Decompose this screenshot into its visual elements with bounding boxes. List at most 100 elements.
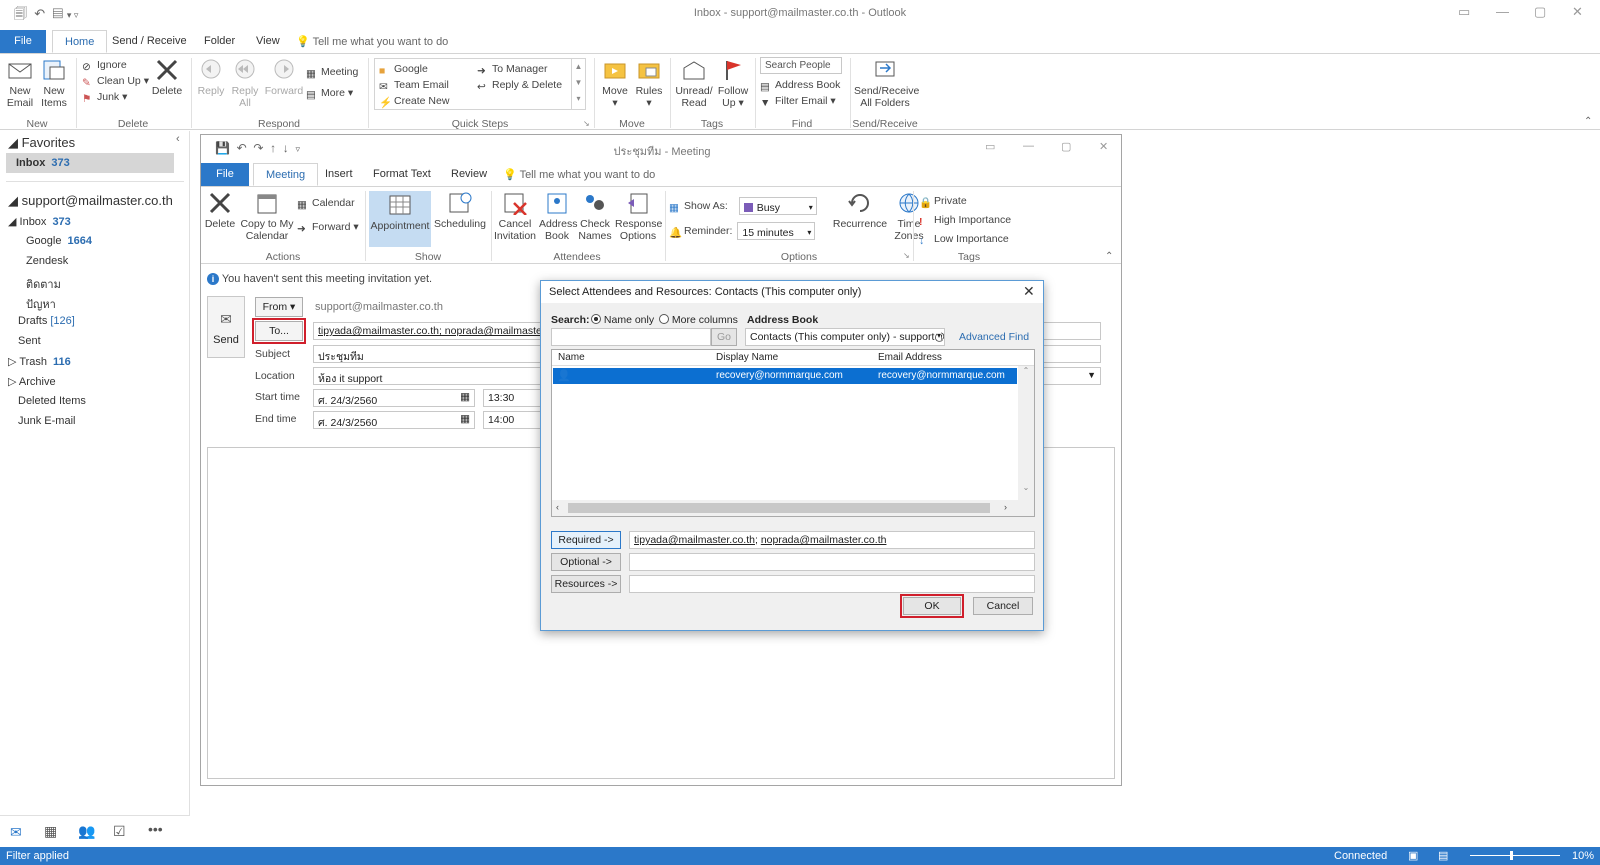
to-button[interactable]: To... xyxy=(252,318,306,344)
quick-step-reply-delete[interactable]: ↩ Reply & Delete xyxy=(477,77,562,93)
send-button[interactable]: ✉ Send xyxy=(207,296,245,358)
search-people-input[interactable]: Search People xyxy=(760,57,842,74)
cancel-button[interactable]: Cancel xyxy=(973,597,1033,615)
quick-step-google[interactable]: ■ Google xyxy=(379,61,428,77)
dialog-search-input[interactable] xyxy=(551,328,711,346)
calendar-picker-icon[interactable]: ▦ xyxy=(460,413,470,425)
junk-button[interactable]: ⚑ Junk ▾ xyxy=(82,89,149,105)
quick-steps-scroll[interactable]: ▲ ▼ ▾ xyxy=(571,59,585,109)
calendar-icon[interactable]: ▦ xyxy=(44,823,57,840)
chevron-down-icon[interactable]: ▼ xyxy=(1087,370,1096,380)
meeting-tab-review[interactable]: Review xyxy=(439,163,499,186)
tab-send-receive[interactable]: Send / Receive xyxy=(100,30,199,53)
start-date-field[interactable]: ศ. 24/3/2560 ▦ xyxy=(313,389,475,407)
filter-email-button[interactable]: ▼ Filter Email ▾ xyxy=(760,93,842,109)
name-only-radio[interactable]: Name only xyxy=(591,314,654,326)
normal-view-icon[interactable]: ▣ xyxy=(1408,849,1418,862)
delete-button[interactable]: Delete xyxy=(150,58,184,97)
meeting-reply-button[interactable]: ▦ Meeting xyxy=(306,64,358,80)
favorite-inbox[interactable]: Inbox 373 xyxy=(6,153,174,173)
ignore-button[interactable]: ⊘ Ignore xyxy=(82,57,149,73)
advanced-find-link[interactable]: Advanced Find xyxy=(959,331,1029,343)
tab-view[interactable]: View xyxy=(244,30,292,53)
contact-row[interactable]: 👤 recovery@normmarque.com recovery@normm… xyxy=(553,368,1017,384)
meeting-tab-file[interactable]: File xyxy=(201,163,249,186)
column-email[interactable]: Email Address xyxy=(878,352,942,363)
vertical-scrollbar[interactable]: ⌃ ⌄ xyxy=(1018,366,1034,500)
folder-archive[interactable]: ▷ Archive xyxy=(8,375,56,388)
favorites-header[interactable]: ◢ Favorites xyxy=(8,135,75,151)
column-display-name[interactable]: Display Name xyxy=(716,352,778,363)
forward-button[interactable]: Forward xyxy=(264,58,304,97)
calendar-picker-icon[interactable]: ▦ xyxy=(460,391,470,403)
reading-view-icon[interactable]: ▤ xyxy=(1438,849,1448,862)
optional-button[interactable]: Optional -> xyxy=(551,553,621,571)
more-respond-button[interactable]: ▤ More ▾ xyxy=(306,85,358,101)
end-date-field[interactable]: ศ. 24/3/2560 ▦ xyxy=(313,411,475,429)
tell-me-box[interactable]: 💡 Tell me what you want to do xyxy=(296,35,448,48)
close-button[interactable]: ✕ xyxy=(1572,4,1583,20)
folder-google[interactable]: Google 1664 xyxy=(26,235,92,247)
scroll-left-icon[interactable]: ‹ xyxy=(556,502,559,512)
clean-up-button[interactable]: ✎ Clean Up ▾ xyxy=(82,73,149,89)
recurrence-button[interactable]: Recurrence xyxy=(831,191,889,230)
more-modules-icon[interactable]: ••• xyxy=(148,821,163,837)
ok-button[interactable]: OK xyxy=(900,594,964,618)
show-as-dropdown[interactable]: Busy ▾ xyxy=(738,197,817,215)
meeting-close-button[interactable]: ✕ xyxy=(1099,140,1108,153)
tab-folder[interactable]: Folder xyxy=(192,30,247,53)
required-button[interactable]: Required -> xyxy=(551,531,621,549)
minimize-button[interactable]: — xyxy=(1496,4,1509,19)
collapse-pane-icon[interactable]: ‹ xyxy=(176,133,180,145)
more-columns-radio[interactable]: More columns xyxy=(659,314,738,326)
rules-button[interactable]: Rules ▾ xyxy=(634,58,664,109)
column-name[interactable]: Name xyxy=(558,352,585,363)
scheduling-button[interactable]: Scheduling xyxy=(433,191,487,230)
send-receive-all-button[interactable]: Send/Receive All Folders xyxy=(854,58,919,109)
quick-step-to-manager[interactable]: ➜ To Manager xyxy=(477,61,547,77)
copy-to-calendar-button[interactable]: Copy to My Calendar xyxy=(239,191,295,242)
appointment-button[interactable]: Appointment xyxy=(369,191,431,247)
resources-button[interactable]: Resources -> xyxy=(551,575,621,593)
options-launcher[interactable]: ↘ xyxy=(903,251,910,260)
scroll-down-icon[interactable]: ⌄ xyxy=(1018,483,1034,492)
maximize-button[interactable]: ▢ xyxy=(1534,4,1546,20)
dialog-close-icon[interactable]: ✕ xyxy=(1023,283,1035,300)
folder-junk[interactable]: Junk E-mail xyxy=(18,415,75,427)
check-names-button[interactable]: Check Names xyxy=(577,191,613,242)
folder-sent[interactable]: Sent xyxy=(18,335,41,347)
meeting-tab-format-text[interactable]: Format Text xyxy=(361,163,443,186)
resources-field[interactable] xyxy=(629,575,1035,593)
account-header[interactable]: ◢ support@mailmaster.co.th xyxy=(8,193,173,209)
calendar-button[interactable]: ▦ Calendar xyxy=(297,195,359,211)
scroll-right-icon[interactable]: › xyxy=(1004,502,1007,512)
meeting-forward-button[interactable]: ➜ Forward ▾ xyxy=(297,219,359,235)
optional-field[interactable] xyxy=(629,553,1035,571)
meeting-minimize-button[interactable]: — xyxy=(1023,140,1034,152)
required-field[interactable]: tipyada@mailmaster.co.th; noprada@mailma… xyxy=(629,531,1035,549)
address-book-button[interactable]: ▤ Address Book xyxy=(760,77,842,93)
scroll-thumb[interactable] xyxy=(568,503,990,513)
from-button[interactable]: From ▾ xyxy=(255,297,303,317)
meeting-tell-me[interactable]: 💡 Tell me what you want to do xyxy=(503,168,655,181)
folder-drafts[interactable]: Drafts [126] xyxy=(18,315,75,327)
tasks-icon[interactable]: ☑ xyxy=(113,823,126,840)
collapse-ribbon-icon[interactable]: ⌃ xyxy=(1584,116,1592,127)
reply-all-button[interactable]: Reply All xyxy=(228,58,262,109)
address-book-dropdown[interactable]: Contacts (This computer only) - support@… xyxy=(745,328,945,346)
start-time-field[interactable]: 13:30 xyxy=(483,389,543,407)
response-options-button[interactable]: Response Options xyxy=(615,191,662,242)
zoom-slider[interactable] xyxy=(1470,855,1560,856)
folder-zendesk[interactable]: Zendesk xyxy=(26,255,68,267)
go-button[interactable]: Go xyxy=(711,328,737,346)
meeting-tab-meeting[interactable]: Meeting xyxy=(253,163,319,186)
cancel-invitation-button[interactable]: Cancel Invitation xyxy=(493,191,537,242)
quick-steps-launcher[interactable]: ↘ xyxy=(583,119,590,128)
scroll-up-icon[interactable]: ⌃ xyxy=(1018,366,1034,375)
reminder-dropdown[interactable]: 15 minutes ▾ xyxy=(737,222,816,240)
restore-ribbon-icon[interactable]: ▭ xyxy=(1458,4,1470,20)
move-button[interactable]: Move ▾ xyxy=(600,58,630,109)
high-importance-button[interactable]: ! High Importance xyxy=(919,212,1011,231)
meeting-address-book-button[interactable]: Address Book xyxy=(539,191,578,242)
meeting-delete-button[interactable]: Delete xyxy=(203,191,237,230)
